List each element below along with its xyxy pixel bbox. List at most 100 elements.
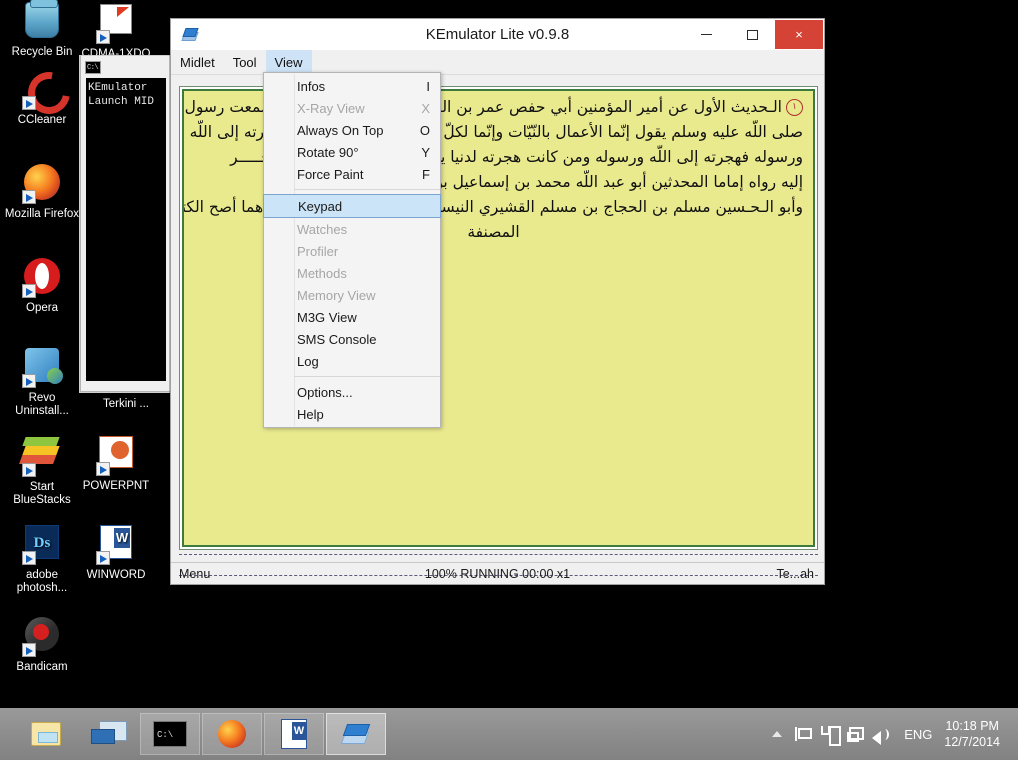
menu-item-keypad[interactable]: Keypad [263,194,441,218]
minimize-button[interactable] [683,20,729,49]
desktop-icon-label: CCleaner [17,114,67,126]
menu-item-sms-console[interactable]: SMS Console [264,328,440,350]
desktop-icon-powerpnt[interactable]: POWERPNT [78,432,154,493]
menu-item-label: Rotate 90° [297,144,359,160]
menu-item-m3g-view[interactable]: M3G View [264,306,440,328]
system-tray: ENG 10:18 PM 12/7/2014 [764,708,1018,760]
menubar-item-midlet[interactable]: Midlet [171,50,224,74]
menu-item-label: Methods [297,265,347,281]
show-hidden-icons-button[interactable] [764,708,790,760]
kemulator-titlebar[interactable]: KEmulator Lite v0.9.8 × [171,19,824,50]
maximize-button[interactable] [729,20,775,49]
menu-item-label: X-Ray View [297,100,365,116]
chevron-up-icon [772,731,783,737]
clock[interactable]: 10:18 PM 12/7/2014 [944,718,1010,750]
menu-item-label: SMS Console [297,331,377,347]
desktop-icon-bandicam[interactable]: Bandicam [4,614,80,674]
menu-separator [294,189,440,190]
keypad-divider-top [179,554,818,555]
cmd-titlebar[interactable]: C:\ [81,56,171,78]
menu-item-label: M3G View [297,309,357,325]
taskbar-button-file-explorer[interactable] [16,713,76,755]
word-icon [281,719,307,749]
menu-item-label: Watches [297,221,348,237]
taskbar-button-word[interactable] [264,713,324,755]
usb-safely-remove-icon [821,726,842,746]
ayah-number-marker: ١ [786,99,803,116]
menu-item-x-ray-view: X-Ray View X [264,97,440,119]
menu-item-accelerator: Y [421,144,430,160]
language-indicator[interactable]: ENG [894,727,944,742]
keyboard-icon [91,721,127,747]
menu-item-label: Keypad [298,198,343,214]
menubar-item-view[interactable]: View [265,50,312,74]
close-button[interactable]: × [775,20,823,49]
powerpoint-icon [96,436,136,476]
desktop-icon-label: adobe photosh... [16,569,68,594]
menubar-item-tool[interactable]: Tool [224,50,266,74]
taskbar-button-osk[interactable] [78,713,138,755]
desktop-icon-winword[interactable]: WINWORD [78,522,154,582]
menu-item-profiler: Profiler [264,240,440,262]
word-icon [96,525,136,565]
menu-item-label: Options... [297,384,353,400]
desktop-icon-cdma-1xdo[interactable]: CDMA-1XDO [78,0,154,61]
kemulator-icon [340,722,371,746]
cdma-shortcut-icon [96,4,136,44]
desktop: Recycle Bin CDMA-1XDO CCleaner Mozilla Fire… [0,0,1018,760]
network-button[interactable] [842,708,868,760]
shortcut-overlay-icon [96,30,110,44]
taskbar[interactable]: C:\ ENG 10:18 PM 12/7/2014 [0,708,1018,760]
menu-item-help[interactable]: Help [264,403,440,425]
desktop-icon-mozilla-firefox[interactable]: Mozilla Firefox [4,162,80,221]
shortcut-overlay-icon [22,96,36,110]
shortcut-overlay-icon [22,551,36,565]
menu-item-accelerator: O [419,122,430,138]
menu-item-label: Log [297,353,319,369]
desktop-icon-recycle-bin[interactable]: Recycle Bin [4,0,80,59]
status-run-state: 100% RUNNING 00:00 x1 [424,566,571,581]
shortcut-overlay-icon [22,190,36,204]
desktop-icon-label: Recycle Bin [11,46,73,58]
desktop-icon-label: Bandicam [16,661,68,673]
desktop-icon-revo-uninstall[interactable]: Revo Uninstall... [4,345,80,418]
taskbar-button-firefox[interactable] [202,713,262,755]
view-dropdown-menu[interactable]: Infos I X-Ray View X Always On Top O Rotate 90… [263,72,441,428]
cmd-icon: C:\ [153,721,187,747]
status-left-softkey[interactable]: Menu [171,567,386,581]
shortcut-overlay-icon [22,463,36,477]
menu-separator [294,376,440,377]
action-center-button[interactable] [790,708,816,760]
shortcut-overlay-icon [22,643,36,657]
folder-icon [31,722,61,746]
taskbar-button-cmd-console[interactable]: C:\ [140,713,200,755]
status-bar: Menu 100% RUNNING 00:00 x1 Te...ah [171,562,824,584]
status-right-softkey[interactable]: Te...ah [609,567,824,581]
desktop-icon-adobe-photosh[interactable]: Ds adobe photosh... [4,522,80,595]
desktop-icon-label: Opera [26,302,58,314]
desktop-icon-ccleaner[interactable]: CCleaner [4,68,80,127]
menu-item-infos[interactable]: Infos I [264,75,440,97]
cmd-window-label: Terkini ... [102,398,149,410]
ccleaner-icon [22,70,62,110]
taskbar-button-kemulator[interactable] [326,713,386,755]
volume-icon [872,727,890,745]
volume-button[interactable] [868,708,894,760]
menu-item-log[interactable]: Log [264,350,440,372]
menu-item-watches: Watches [264,218,440,240]
menu-item-label: Always On Top [297,122,384,138]
opera-icon [22,258,62,298]
safely-remove-hardware-button[interactable] [816,708,842,760]
bluestacks-icon [22,437,62,477]
desktop-icon-start-bluestacks[interactable]: Start BlueStacks [4,432,80,507]
menu-item-always-on-top[interactable]: Always On Top O [264,119,440,141]
cmd-console-window[interactable]: C:\ KEmulator Launch MID [80,56,172,392]
menu-item-force-paint[interactable]: Force Paint F [264,163,440,185]
hadith-line-text: المصنفة [467,223,520,241]
desktop-icon-label: POWERPNT [82,480,150,492]
menu-item-options[interactable]: Options... [264,381,440,403]
menu-item-rotate-90[interactable]: Rotate 90° Y [264,141,440,163]
clock-date: 12/7/2014 [944,735,1000,749]
menu-item-label: Profiler [297,243,339,259]
desktop-icon-opera[interactable]: Opera [4,256,80,315]
